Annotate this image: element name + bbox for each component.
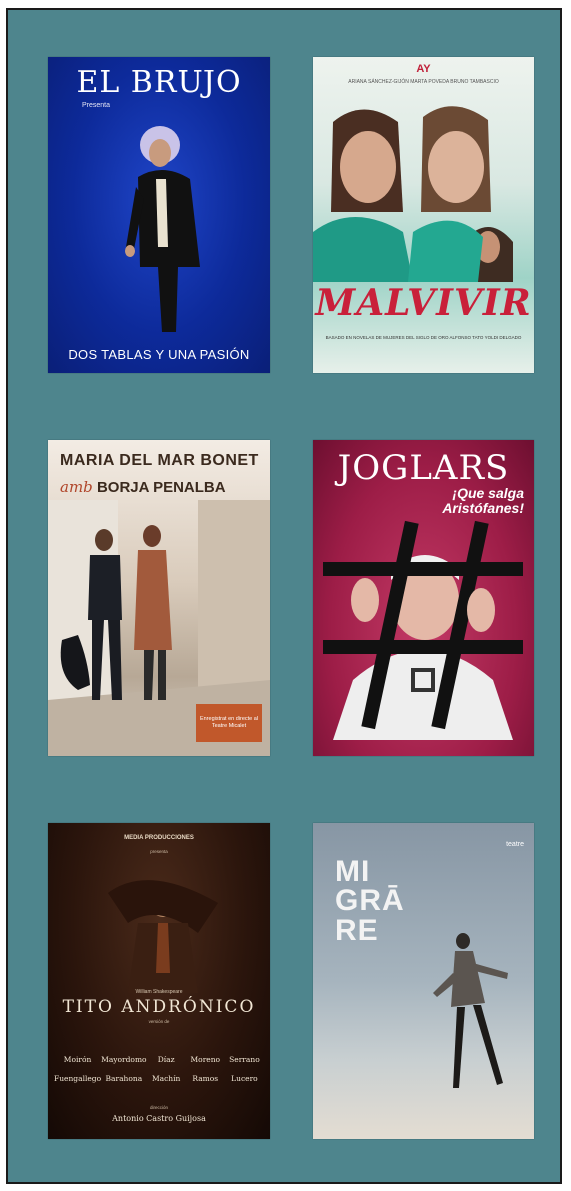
poster-title: EL BRUJO: [76, 65, 242, 100]
venue-logo: teatre: [506, 841, 524, 848]
actors-portrait: [313, 106, 513, 282]
recording-badge: Enregistrat en directe al Teatre Micalet: [196, 704, 262, 742]
stilt-walker-figure: [433, 933, 508, 1088]
poster-malvivir[interactable]: AY ARIANA SÁNCHEZ-GIJÓN MARTA POVEDA BRU…: [313, 57, 534, 373]
cast-member: Lucero: [231, 1074, 258, 1083]
posters-panel: EL BRUJO Presenta DOS TABLAS Y UNA PASIÓ…: [6, 8, 562, 1184]
cast-member: Barahona: [105, 1074, 143, 1083]
title-line-3: RE: [335, 913, 379, 947]
cast-member: Fuengallego: [54, 1074, 102, 1083]
cast-list: Moirón Mayordomo Díaz Moreno Serrano Fue…: [54, 1055, 264, 1083]
cast-member: Díaz: [157, 1055, 175, 1064]
poster-title: MALVIVIR: [315, 282, 532, 324]
poster-migrare[interactable]: teatre MI GRĀ RE: [313, 823, 534, 1139]
poster-title: MI GRĀ RE: [335, 855, 405, 947]
cast-member: Mayordomo: [101, 1055, 147, 1064]
poster-title: JOGLARS: [337, 448, 510, 488]
poster-subtitle: ¡Que salga Aristófanes!: [442, 486, 524, 515]
producer-logo: AY: [416, 63, 431, 75]
subtitle-line-2: Aristófanes!: [442, 499, 524, 516]
cast-member: Moirón: [63, 1055, 92, 1064]
hashtag-portrait: [323, 520, 523, 740]
poster-subtitle: Presenta: [82, 102, 111, 109]
poster-tagline: DOS TABLAS Y UNA PASIÓN: [68, 347, 250, 362]
director-name: Antonio Castro Guijosa: [112, 1114, 206, 1123]
cast-member: Ramos: [192, 1074, 219, 1083]
artist-name-secondary: amb BORJA PENALBA: [60, 478, 270, 496]
direction-label: dirección: [149, 1105, 168, 1110]
producer-label: presenta: [150, 849, 168, 854]
poster-joglars[interactable]: JOGLARS ¡Que salga Aristófanes!: [313, 440, 534, 756]
cast-member: Moreno: [190, 1055, 221, 1064]
poster-maria-del-mar-bonet[interactable]: MARIA DEL MAR BONET amb BORJA PENALBA En…: [48, 440, 270, 756]
performer-figure: [125, 126, 200, 332]
poster-credits: BASADO EN NOVELAS DE MUJERES DEL SIGLO D…: [325, 335, 522, 340]
poster-author: William Shakespeare: [135, 989, 183, 995]
cast-member: Machín: [151, 1074, 181, 1083]
poster-tito-andronico[interactable]: MEDIA PRODUCCIONES presenta William Shak…: [48, 823, 270, 1139]
artist-name-secondary-text: BORJA PENALBA: [96, 479, 226, 496]
poster-version: versión de: [148, 1019, 170, 1024]
actor-figure: [108, 880, 218, 993]
title-line-2: GRĀ: [335, 884, 405, 918]
subtitle-line-1: ¡Que salga: [452, 485, 524, 501]
cast-names: ARIANA SÁNCHEZ-GIJÓN MARTA POVEDA BRUNO …: [348, 79, 499, 85]
connector-word: amb: [60, 478, 93, 496]
cast-member: Serrano: [229, 1055, 260, 1064]
artist-name-primary: MARIA DEL MAR BONET: [60, 452, 259, 469]
title-line-1: MI: [335, 855, 371, 888]
poster-title: TITO ANDRÓNICO: [62, 997, 256, 1017]
poster-el-brujo[interactable]: EL BRUJO Presenta DOS TABLAS Y UNA PASIÓ…: [48, 57, 270, 373]
producer-logo: MEDIA PRODUCCIONES: [124, 835, 194, 841]
